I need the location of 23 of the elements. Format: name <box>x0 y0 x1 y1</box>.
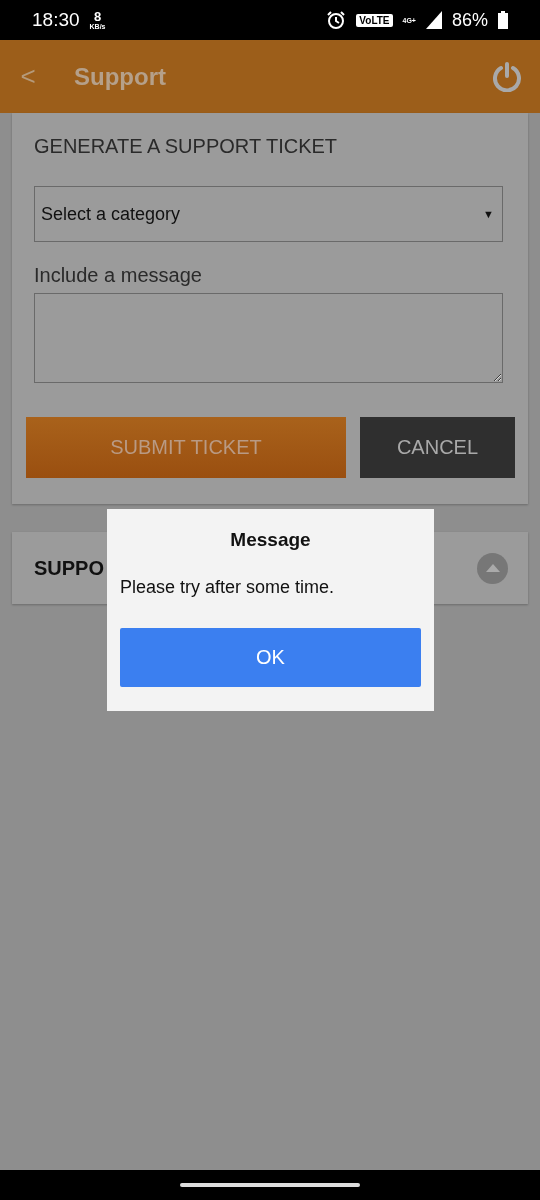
battery-percent: 86% <box>451 9 488 31</box>
message-field[interactable] <box>34 293 503 383</box>
collapse-button[interactable] <box>477 552 508 584</box>
alarm-icon <box>326 10 347 30</box>
message-label: Include a message <box>34 264 203 287</box>
signal-icon <box>425 11 442 29</box>
home-handle[interactable] <box>180 1183 360 1187</box>
back-button[interactable]: < <box>18 61 38 92</box>
speed-value: 8 <box>93 10 102 23</box>
caret-up-icon <box>485 564 500 572</box>
power-icon[interactable] <box>492 61 522 92</box>
history-title: SUPPO <box>34 556 105 580</box>
submit-button[interactable]: SUBMIT TICKET <box>26 417 346 478</box>
ok-button[interactable]: OK <box>120 628 421 687</box>
dialog-text: Please try after some time. <box>120 577 335 598</box>
battery-icon <box>498 11 508 29</box>
category-select[interactable]: Select a category ▼ <box>34 186 503 242</box>
dialog-title: Message <box>230 529 311 551</box>
page-title: Support <box>74 62 167 91</box>
clock-time: 18:30 <box>32 9 80 31</box>
section-heading: GENERATE A SUPPORT TICKET <box>34 135 339 158</box>
cancel-button[interactable]: CANCEL <box>360 417 515 478</box>
volte-badge: VoLTE <box>356 13 393 27</box>
